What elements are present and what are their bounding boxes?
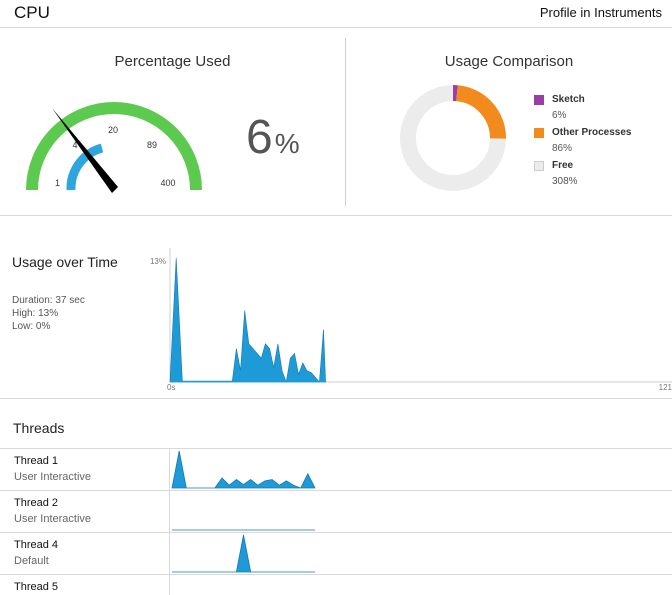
thread-qos: User Interactive	[14, 513, 92, 525]
thread-row[interactable]: Thread 1 User Interactive	[0, 449, 672, 491]
usage-comparison-title: Usage Comparison	[444, 53, 574, 70]
thread-row[interactable]: Thread 2 User Interactive	[0, 491, 672, 533]
profile-in-instruments-button[interactable]: Profile in Instruments	[540, 5, 662, 20]
legend-value: 86%	[552, 143, 573, 154]
usage-area-series	[169, 257, 326, 384]
percentage-used-unit: %	[274, 128, 300, 159]
usage-over-time-panel: Usage over Time Duration: 37 sec High: 1…	[0, 216, 672, 399]
thread-row[interactable]: Thread 4 Default	[0, 533, 672, 575]
usage-x-start-label: 0s	[167, 383, 175, 392]
thread-name: Thread 5	[14, 581, 59, 593]
cpu-header: CPU Profile in Instruments	[0, 0, 672, 28]
threads-title: Threads	[13, 420, 65, 436]
legend-value: 6%	[552, 110, 567, 121]
thread-row[interactable]: Thread 5	[0, 575, 672, 595]
usage-y-max-label: 13%	[150, 257, 166, 266]
gauge-tick-20: 20	[108, 125, 118, 135]
legend-name: Free	[552, 160, 574, 171]
cpu-gauge: 1 20 89 400 4	[26, 102, 202, 193]
gauge-tick-89: 89	[147, 140, 157, 150]
gauge-tick-1: 1	[55, 178, 60, 188]
legend-swatch-free	[534, 161, 544, 171]
legend-swatch-sketch	[534, 95, 544, 105]
legend-swatch-other-processes	[534, 128, 544, 138]
percentage-used-value: 6%	[246, 114, 300, 162]
usage-over-time-chart: 13% 0s 121	[150, 248, 672, 392]
thread-activity-area	[171, 450, 316, 489]
thread-qos: User Interactive	[14, 471, 92, 483]
usage-over-time-title: Usage over Time	[12, 254, 118, 270]
summary-panel: Percentage Used 1 20 89 400 4 6% Usage C…	[0, 28, 672, 216]
thread-activity-chart	[171, 450, 316, 489]
usage-high: High: 13%	[12, 308, 59, 319]
usage-duration: Duration: 37 sec	[12, 295, 85, 306]
usage-x-end-label: 121	[659, 383, 672, 392]
thread-name: Thread 4	[14, 539, 59, 551]
page-title: CPU	[14, 3, 50, 22]
donut-slice-other-processes	[455, 85, 507, 139]
gauge-tick-400: 400	[160, 178, 175, 188]
thread-activity-area	[172, 534, 315, 573]
percentage-used-number: 6	[246, 111, 273, 164]
thread-qos: Default	[14, 555, 49, 567]
usage-comparison-donut	[400, 85, 507, 191]
usage-stats: Duration: 37 sec High: 13% Low: 0%	[12, 294, 85, 333]
legend-name: Sketch	[552, 94, 585, 105]
percentage-used-title: Percentage Used	[114, 53, 231, 70]
thread-activity-chart	[172, 534, 315, 573]
thread-name: Thread 2	[14, 497, 59, 509]
legend-name: Other Processes	[552, 127, 632, 138]
thread-name: Thread 1	[14, 455, 59, 467]
usage-low: Low: 0%	[12, 321, 51, 332]
thread-activity-chart	[172, 529, 315, 531]
gauge-needle	[52, 108, 118, 193]
legend-value: 308%	[552, 176, 578, 187]
